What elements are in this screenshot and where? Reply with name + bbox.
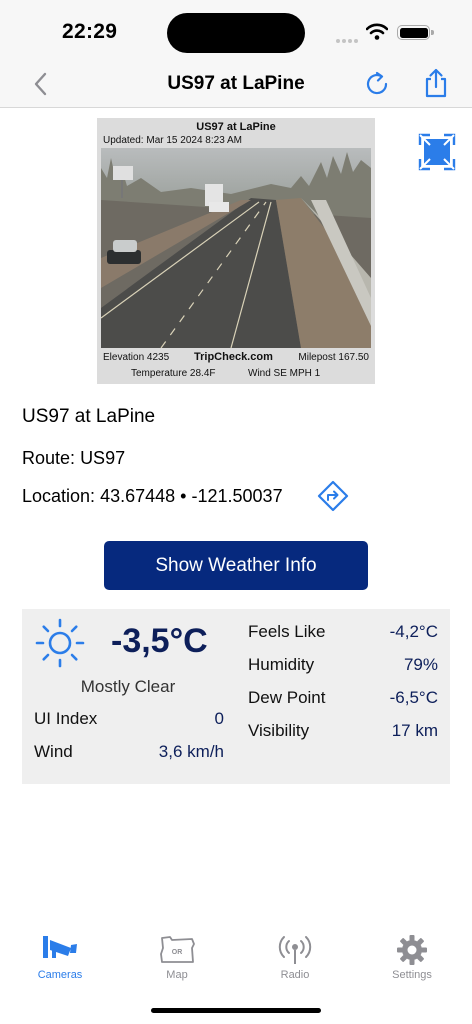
status-time: 22:29: [62, 20, 118, 43]
sun-icon: [35, 618, 85, 668]
tab-radio[interactable]: Radio: [255, 934, 335, 981]
ui-index-value: 0: [214, 709, 224, 728]
location-longitude: -121.50037: [191, 486, 283, 506]
tab-cameras[interactable]: Cameras: [20, 934, 100, 981]
dynamic-island: [167, 13, 305, 53]
location-separator: •: [180, 486, 187, 506]
tab-map[interactable]: OR Map: [137, 934, 217, 981]
camera-elevation: Elevation 4235: [103, 352, 170, 363]
home-indicator: [151, 1008, 321, 1013]
feels-like-value: -4,2°C: [389, 622, 438, 641]
svg-text:OR: OR: [172, 949, 183, 956]
visibility-value: 17 km: [391, 721, 438, 740]
camera-photo: [101, 148, 371, 348]
weather-panel: -3,5°C Mostly Clear UI Index 0 Wind 3,6 …: [22, 609, 450, 784]
show-weather-info-button[interactable]: Show Weather Info: [104, 541, 368, 590]
camera-name: US97 at LaPine: [22, 406, 156, 427]
camera-image-updated: Updated: Mar 15 2024 8:23 AM: [103, 135, 242, 146]
camera-image[interactable]: US97 at LaPine Updated: Mar 15 2024 8:23…: [97, 118, 375, 384]
camera-image-title: US97 at LaPine: [196, 121, 276, 133]
humidity-value: 79%: [403, 655, 438, 674]
tab-cameras-label: Cameras: [37, 969, 83, 981]
page-title: US97 at LaPine: [167, 73, 305, 94]
tab-settings[interactable]: Settings: [372, 934, 452, 981]
directions-icon[interactable]: [317, 480, 349, 512]
camera-wind: Wind SE MPH 1: [248, 368, 321, 379]
wind-label: Wind: [34, 742, 73, 761]
ui-index-label: UI Index: [34, 709, 98, 728]
tab-radio-label: Radio: [280, 969, 310, 981]
route-value: US97: [80, 448, 126, 468]
gear-icon: [397, 935, 427, 965]
tab-settings-label: Settings: [392, 969, 432, 981]
battery-icon: [397, 25, 434, 40]
route-label: Route:: [22, 448, 76, 468]
radio-broadcast-icon: [278, 936, 312, 964]
visibility-label: Visibility: [248, 721, 310, 740]
dew-point-label: Dew Point: [248, 688, 326, 707]
location-latitude: 43.67448: [100, 486, 176, 506]
dew-point-value: -6,5°C: [389, 688, 438, 707]
tab-map-label: Map: [166, 969, 188, 981]
oregon-map-icon: OR: [160, 936, 195, 963]
wind-value: 3,6 km/h: [158, 742, 224, 761]
camera-temperature: Temperature 28.4F: [131, 368, 216, 379]
humidity-label: Humidity: [248, 655, 315, 674]
route-row: Route: US97: [22, 448, 125, 469]
cellular-signal-icon: [336, 30, 360, 48]
navigation-bar: US97 at LaPine: [0, 62, 472, 108]
location-row: Location: 43.67448 • -121.50037: [22, 486, 283, 507]
camera-icon: [43, 936, 77, 958]
wifi-icon: [366, 23, 388, 40]
feels-like-label: Feels Like: [248, 622, 326, 641]
current-temperature: -3,5°C: [111, 622, 208, 660]
camera-brand: TripCheck.com: [194, 351, 273, 363]
refresh-icon[interactable]: [362, 69, 392, 99]
share-icon[interactable]: [421, 67, 451, 99]
camera-milepost: Milepost 167.50: [298, 352, 369, 363]
status-bar: 22:29: [0, 0, 472, 62]
weather-condition: Mostly Clear: [80, 677, 176, 696]
location-label: Location:: [22, 486, 96, 506]
fullscreen-expand-icon[interactable]: [418, 133, 456, 171]
